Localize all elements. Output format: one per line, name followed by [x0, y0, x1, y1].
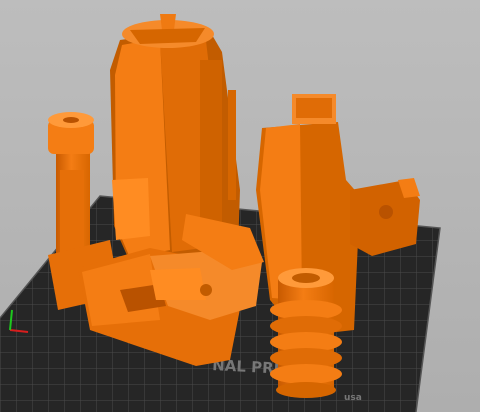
3d-viewport[interactable]: NAL PRU usa	[0, 0, 480, 412]
printed-part-spring-cylinder[interactable]	[270, 268, 342, 398]
bed-corner-text: usa	[344, 393, 362, 403]
scene-canvas[interactable]: NAL PRU usa	[0, 0, 480, 412]
